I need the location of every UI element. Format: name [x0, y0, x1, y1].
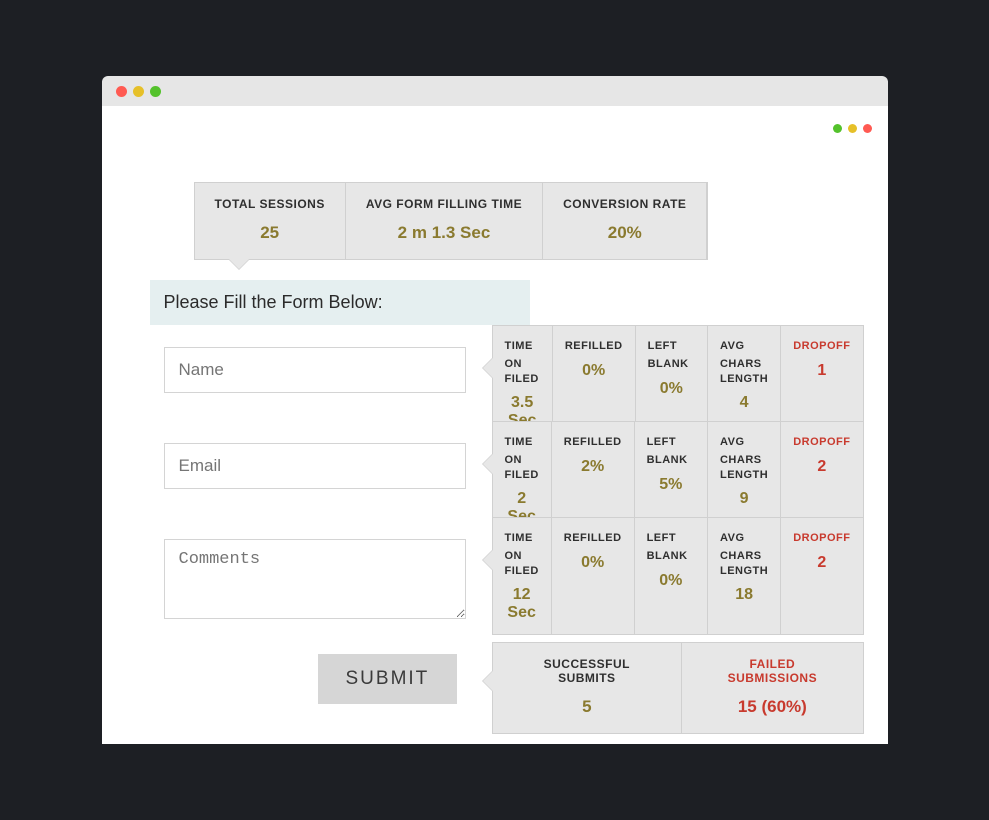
maximize-icon[interactable] — [150, 86, 161, 97]
comments-field-row: TIME ONFILED12 Sec REFILLED0% LEFT BLANK… — [126, 539, 864, 624]
submit-row: SUBMIT SUCCESSFUL SUBMITS5 FAILED SUBMIS… — [126, 654, 864, 704]
status-dots — [833, 124, 872, 133]
comments-stats-badge: TIME ONFILED12 Sec REFILLED0% LEFT BLANK… — [492, 517, 864, 635]
close-icon[interactable] — [116, 86, 127, 97]
name-field-row: TIME ONFILED3.5 Sec REFILLED0% LEFT BLAN… — [126, 347, 864, 393]
email-input[interactable] — [164, 443, 466, 489]
window-titlebar — [102, 76, 888, 106]
status-dot-red-icon — [863, 124, 872, 133]
stat-sessions-value: 25 — [215, 223, 325, 243]
tooltip-tail-icon — [229, 259, 249, 269]
stat-fill-time-label: AVG FORM FILLING TIME — [366, 197, 522, 211]
stat-conversion-label: CONVERSION RATE — [563, 197, 686, 211]
form-instruction: Please Fill the Form Below: — [150, 280, 530, 325]
status-dot-green-icon — [833, 124, 842, 133]
tooltip-tail-icon — [483, 358, 493, 378]
stat-fill-time-value: 2 m 1.3 Sec — [366, 223, 522, 243]
status-dot-yellow-icon — [848, 124, 857, 133]
tooltip-tail-icon — [483, 671, 493, 691]
page-content: TOTAL SESSIONS 25 AVG FORM FILLING TIME … — [102, 106, 888, 744]
name-input[interactable] — [164, 347, 466, 393]
submit-button[interactable]: SUBMIT — [318, 654, 458, 704]
stat-sessions: TOTAL SESSIONS 25 — [195, 183, 346, 259]
submit-stats-badge: SUCCESSFUL SUBMITS5 FAILED SUBMISSIONS15… — [492, 642, 864, 734]
stat-sessions-label: TOTAL SESSIONS — [215, 197, 325, 211]
tooltip-tail-icon — [483, 454, 493, 474]
stat-fill-time: AVG FORM FILLING TIME 2 m 1.3 Sec — [346, 183, 543, 259]
tooltip-tail-icon — [483, 550, 493, 570]
comments-input[interactable] — [164, 539, 466, 619]
stat-conversion-value: 20% — [563, 223, 686, 243]
stat-conversion: CONVERSION RATE 20% — [543, 183, 707, 259]
browser-window: TOTAL SESSIONS 25 AVG FORM FILLING TIME … — [102, 76, 888, 744]
summary-stats: TOTAL SESSIONS 25 AVG FORM FILLING TIME … — [194, 182, 709, 260]
email-field-row: TIME ONFILED2 Sec REFILLED2% LEFT BLANK5… — [126, 443, 864, 489]
minimize-icon[interactable] — [133, 86, 144, 97]
